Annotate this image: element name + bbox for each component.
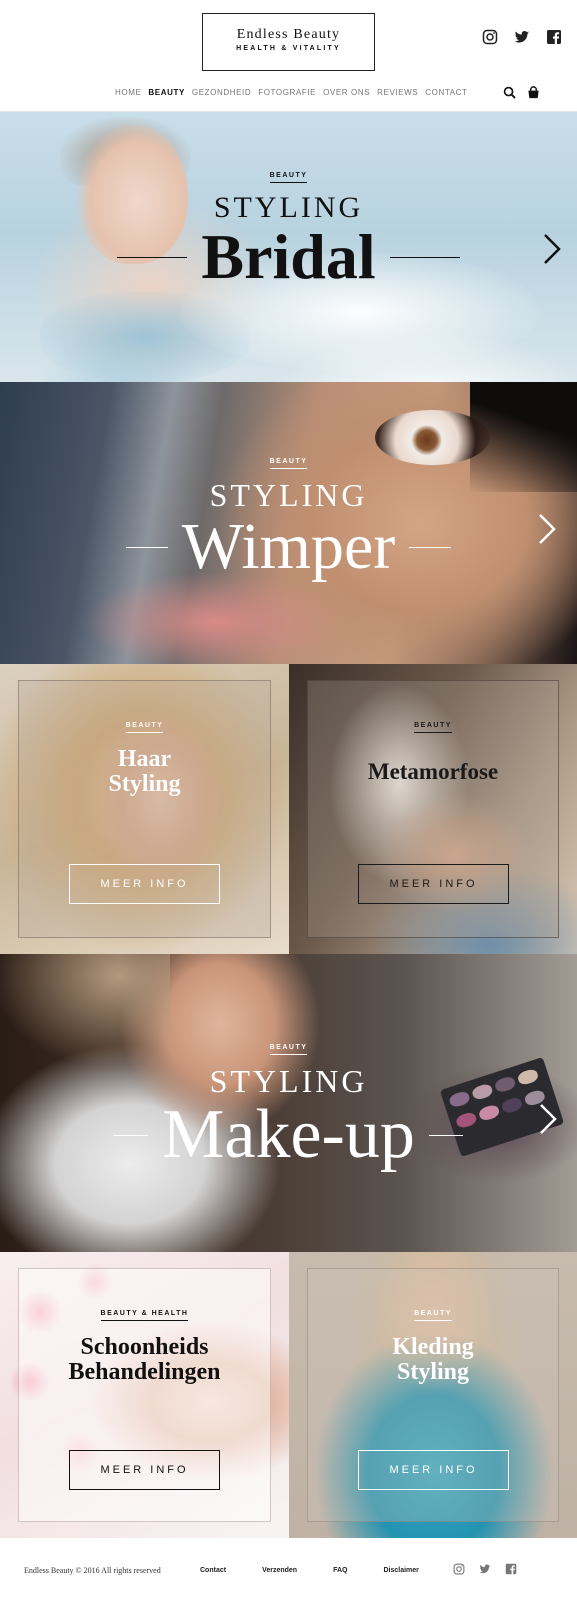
nav-item-fotografie[interactable]: FOTOGRAFIE	[258, 88, 316, 97]
footer-link-faq[interactable]: FAQ	[333, 1567, 347, 1574]
footer-link-disclaimer[interactable]: Disclaimer	[383, 1567, 418, 1574]
chevron-right-icon[interactable]	[537, 1102, 559, 1136]
nav-item-gezondheid[interactable]: GEZONDHEID	[192, 88, 251, 97]
divider-line	[125, 546, 168, 548]
card-title: Metamorfose	[367, 759, 499, 784]
footer-link-contact[interactable]: Contact	[200, 1567, 226, 1574]
site-footer: Endless Beauty © 2016 All rights reserve…	[0, 1538, 577, 1600]
brand-subtitle: HEALTH & VITALITY	[236, 45, 341, 52]
instagram-icon[interactable]	[453, 1563, 465, 1575]
category-tag: BEAUTY	[269, 172, 308, 183]
hero-title-group: BEAUTY STYLING Wimper	[0, 450, 577, 580]
card-text: BEAUTY Metamorfose	[289, 714, 577, 784]
site-header: Endless Beauty HEALTH & VITALITY HOME BE…	[0, 0, 577, 112]
hero-bridal[interactable]: BEAUTY STYLING Bridal	[0, 112, 577, 382]
card-text: BEAUTY & HEALTH Schoonheids Behandelinge…	[0, 1302, 289, 1385]
nav-tools	[503, 86, 540, 99]
meer-info-button[interactable]: MEER INFO	[69, 864, 220, 904]
category-tag: BEAUTY	[414, 1310, 452, 1321]
nav-item-beauty[interactable]: BEAUTY	[148, 88, 185, 97]
nav-item-home[interactable]: HOME	[115, 88, 141, 97]
category-tag: BEAUTY	[269, 1044, 308, 1055]
divider-line	[409, 546, 452, 548]
hero-make-up[interactable]: BEAUTY STYLING Make-up	[0, 954, 577, 1252]
hero-title-group: BEAUTY STYLING Make-up	[0, 1036, 577, 1170]
shopping-bag-icon[interactable]	[527, 86, 540, 99]
hero-title-row: Make-up	[0, 1100, 577, 1170]
brand-title: Endless Beauty	[236, 27, 341, 42]
category-tag: BEAUTY & HEALTH	[100, 1310, 189, 1321]
nav-item-contact[interactable]: CONTACT	[425, 88, 467, 97]
hero-title-row: Bridal	[0, 225, 577, 289]
twitter-icon[interactable]	[479, 1563, 491, 1575]
card-title: Haar Styling	[108, 746, 181, 797]
card-title: Kleding Styling	[392, 1334, 474, 1385]
card-title: Schoonheids Behandelingen	[68, 1334, 221, 1385]
divider-line	[114, 1134, 149, 1136]
footer-links: Contact Verzenden FAQ Disclaimer	[200, 1567, 419, 1574]
category-tag: BEAUTY	[269, 458, 308, 469]
nav-item-reviews[interactable]: REVIEWS	[377, 88, 418, 97]
facebook-icon[interactable]	[505, 1563, 517, 1575]
chevron-right-icon[interactable]	[536, 512, 558, 546]
meer-info-button[interactable]: MEER INFO	[358, 864, 509, 904]
search-icon[interactable]	[503, 86, 516, 99]
hero-wimper[interactable]: BEAUTY STYLING Wimper	[0, 382, 577, 664]
twitter-icon[interactable]	[514, 29, 530, 45]
hero-title-group: BEAUTY STYLING Bridal	[0, 164, 577, 289]
nav-item-over-ons[interactable]: OVER ONS	[323, 88, 370, 97]
card-text: BEAUTY Kleding Styling	[289, 1302, 577, 1385]
category-tag: BEAUTY	[414, 722, 452, 733]
meer-info-button[interactable]: MEER INFO	[358, 1450, 509, 1490]
copyright-text: Endless Beauty © 2016 All rights reserve…	[24, 1566, 161, 1575]
card-text: BEAUTY Haar Styling	[0, 714, 289, 797]
divider-line	[428, 1134, 463, 1136]
card-kleding-styling[interactable]: BEAUTY Kleding Styling MEER INFO	[289, 1252, 577, 1538]
footer-link-verzenden[interactable]: Verzenden	[262, 1567, 297, 1574]
hero-title-row: Wimper	[0, 514, 577, 580]
category-tag: BEAUTY	[125, 722, 164, 733]
main-nav: HOME BEAUTY GEZONDHEID FOTOGRAFIE OVER O…	[115, 88, 468, 97]
card-haar-styling[interactable]: BEAUTY Haar Styling MEER INFO	[0, 664, 289, 954]
divider-line	[389, 256, 460, 258]
divider-line	[117, 256, 188, 258]
meer-info-button[interactable]: MEER INFO	[69, 1450, 220, 1490]
card-metamorfose[interactable]: BEAUTY Metamorfose MEER INFO	[289, 664, 577, 954]
brand-logo[interactable]: Endless Beauty HEALTH & VITALITY	[202, 13, 375, 71]
hero-kicker: STYLING	[209, 477, 368, 513]
hero-kicker: STYLING	[213, 191, 364, 224]
hero-title: Make-up	[162, 1096, 415, 1173]
instagram-icon[interactable]	[482, 29, 498, 45]
hero-title: Bridal	[201, 221, 376, 292]
hero-title: Wimper	[181, 510, 396, 583]
header-social-links	[482, 29, 562, 45]
hero-kicker: STYLING	[209, 1063, 368, 1099]
card-schoonheids-behandelingen[interactable]: BEAUTY & HEALTH Schoonheids Behandelinge…	[0, 1252, 289, 1538]
facebook-icon[interactable]	[546, 29, 562, 45]
footer-social-links	[453, 1563, 517, 1575]
chevron-right-icon[interactable]	[541, 232, 563, 266]
